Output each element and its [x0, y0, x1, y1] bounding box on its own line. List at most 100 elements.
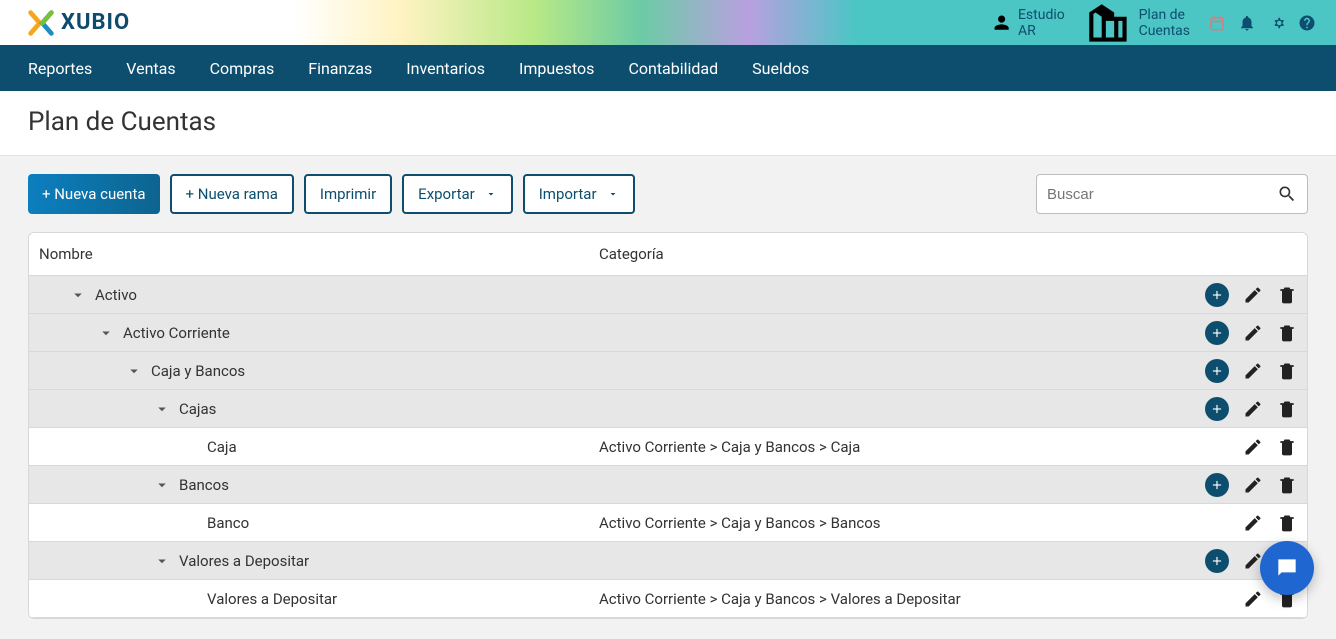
edit-icon[interactable] [1243, 285, 1263, 305]
table-row[interactable]: Bancos [29, 466, 1307, 504]
delete-icon[interactable] [1277, 361, 1297, 381]
row-name: Bancos [179, 476, 229, 494]
table-row[interactable]: Caja y Bancos [29, 352, 1307, 390]
edit-icon[interactable] [1243, 399, 1263, 419]
topbar-right: Estudio AR Plan de Cuentas [991, 0, 1316, 47]
nav-sueldos[interactable]: Sueldos [752, 59, 809, 78]
add-child-button[interactable] [1205, 549, 1229, 573]
page-title: Plan de Cuentas [28, 107, 1308, 137]
row-name: Cajas [179, 400, 216, 418]
chat-icon [1274, 555, 1300, 581]
toolbar: + Nueva cuenta + Nueva rama Imprimir Exp… [0, 156, 1336, 232]
table-row[interactable]: CajaActivo Corriente > Caja y Bancos > C… [29, 428, 1307, 466]
chevron-down-icon [607, 188, 619, 200]
delete-icon[interactable] [1277, 437, 1297, 457]
export-button[interactable]: Exportar [402, 174, 513, 214]
bell-icon[interactable] [1238, 14, 1256, 32]
chevron-down-icon[interactable] [153, 476, 171, 494]
estudio-link[interactable]: Estudio AR [991, 7, 1065, 39]
table-row[interactable]: Banco Activo Corriente > Caja y Bancos > … [29, 504, 1307, 542]
edit-icon[interactable] [1243, 589, 1263, 609]
search-box[interactable] [1036, 174, 1308, 214]
estudio-label: Estudio AR [1018, 7, 1065, 39]
table-row[interactable]: Activo Corriente [29, 314, 1307, 352]
row-actions [1157, 473, 1297, 497]
row-name: Activo Corriente [123, 324, 230, 342]
new-branch-button[interactable]: + Nueva rama [170, 174, 294, 214]
nav-contabilidad[interactable]: Contabilidad [628, 59, 718, 78]
nav-inventarios[interactable]: Inventarios [406, 59, 485, 78]
table-row[interactable]: Activo [29, 276, 1307, 314]
page-title-bar: Plan de Cuentas [0, 91, 1336, 156]
row-category: Activo Corriente > Caja y Bancos > Banco… [599, 514, 1157, 532]
import-label: Importar [539, 185, 597, 203]
nav-ventas[interactable]: Ventas [126, 59, 175, 78]
edit-icon[interactable] [1243, 323, 1263, 343]
search-icon[interactable] [1277, 184, 1297, 204]
row-category: Activo Corriente > Caja y Bancos > Valor… [599, 590, 1157, 608]
table-row[interactable]: Valores a Depositar Activo Corriente > Ca… [29, 580, 1307, 618]
row-name: Activo [95, 286, 137, 304]
row-category: Activo Corriente > Caja y Bancos > Caja [599, 438, 1157, 456]
gear-icon[interactable] [1268, 14, 1286, 32]
import-button[interactable]: Importar [523, 174, 635, 214]
delete-icon[interactable] [1277, 323, 1297, 343]
row-actions [1157, 321, 1297, 345]
row-actions [1157, 397, 1297, 421]
chevron-down-icon[interactable] [153, 400, 171, 418]
add-child-button[interactable] [1205, 473, 1229, 497]
edit-icon[interactable] [1243, 361, 1263, 381]
row-name: Banco [207, 514, 249, 532]
topbar-icons [1208, 14, 1316, 32]
nav-finanzas[interactable]: Finanzas [308, 59, 372, 78]
add-child-button[interactable] [1205, 321, 1229, 345]
row-name: Valores a Depositar [207, 590, 337, 608]
new-account-button[interactable]: + Nueva cuenta [28, 174, 160, 214]
navbar: Reportes Ventas Compras Finanzas Inventa… [0, 45, 1336, 91]
plan-link[interactable]: Plan de Cuentas [1083, 0, 1190, 47]
header-name: Nombre [39, 245, 599, 263]
row-actions [1157, 437, 1297, 457]
logo-text: XUBIO [61, 10, 130, 35]
chevron-down-icon[interactable] [125, 362, 143, 380]
edit-icon[interactable] [1243, 437, 1263, 457]
add-child-button[interactable] [1205, 397, 1229, 421]
table-header: Nombre Categoría [29, 233, 1307, 276]
building-icon [1083, 0, 1133, 47]
row-name: Caja y Bancos [151, 362, 245, 380]
export-label: Exportar [418, 185, 475, 203]
add-child-button[interactable] [1205, 283, 1229, 307]
table-row[interactable]: Valores a Depositar [29, 542, 1307, 580]
add-child-button[interactable] [1205, 359, 1229, 383]
accounts-table: Nombre Categoría Activo Activo Corriente C… [28, 232, 1308, 619]
row-actions [1157, 283, 1297, 307]
chevron-down-icon[interactable] [97, 324, 115, 342]
delete-icon[interactable] [1277, 475, 1297, 495]
nav-compras[interactable]: Compras [210, 59, 275, 78]
help-icon[interactable] [1298, 14, 1316, 32]
nav-impuestos[interactable]: Impuestos [519, 59, 594, 78]
table-row[interactable]: Cajas [29, 390, 1307, 428]
edit-icon[interactable] [1243, 513, 1263, 533]
chevron-down-icon[interactable] [69, 286, 87, 304]
topbar: XUBIO Estudio AR Plan de Cuentas [0, 0, 1336, 45]
plan-label: Plan de Cuentas [1139, 7, 1190, 39]
person-icon [991, 12, 1012, 33]
calendar-icon[interactable] [1208, 14, 1226, 32]
print-button[interactable]: Imprimir [304, 174, 392, 214]
chevron-down-icon[interactable] [153, 552, 171, 570]
edit-icon[interactable] [1243, 475, 1263, 495]
search-input[interactable] [1047, 186, 1277, 203]
header-category: Categoría [599, 245, 1157, 263]
nav-reportes[interactable]: Reportes [28, 59, 92, 78]
logo-icon [28, 10, 54, 36]
delete-icon[interactable] [1277, 513, 1297, 533]
delete-icon[interactable] [1277, 399, 1297, 419]
row-actions [1157, 513, 1297, 533]
logo[interactable]: XUBIO [28, 10, 130, 36]
chat-fab[interactable] [1260, 541, 1314, 595]
table-body: Activo Activo Corriente Caja y Bancos Cajas… [29, 276, 1307, 618]
row-actions [1157, 359, 1297, 383]
delete-icon[interactable] [1277, 285, 1297, 305]
chevron-down-icon [485, 188, 497, 200]
